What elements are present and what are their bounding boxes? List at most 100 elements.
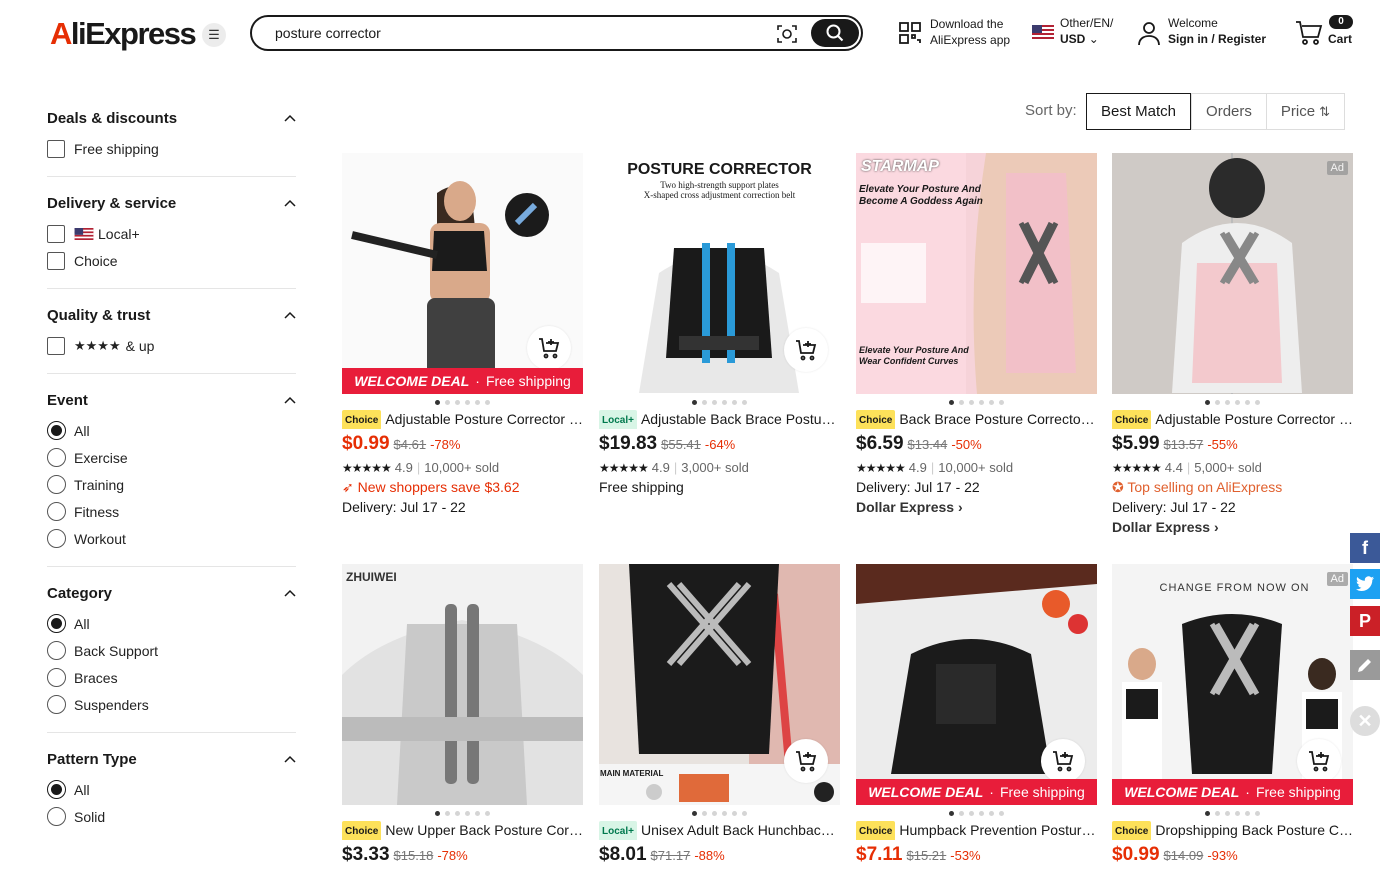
image-carousel-dots[interactable]	[1112, 397, 1353, 407]
checkbox[interactable]	[47, 336, 65, 355]
checkbox[interactable]	[47, 224, 65, 243]
image-carousel-dots[interactable]	[342, 397, 583, 407]
sort-options: Best Match Orders Price ⇅	[1086, 93, 1345, 130]
add-to-cart-button[interactable]	[1297, 739, 1341, 783]
qr-code-icon[interactable]	[898, 21, 922, 45]
filter-free-shipping[interactable]: Free shipping	[47, 135, 296, 162]
image-carousel-dots[interactable]	[1112, 808, 1353, 818]
filter-deals-header[interactable]: Deals & discounts	[47, 108, 296, 128]
sort-orders[interactable]: Orders	[1191, 94, 1266, 129]
sign-in-link[interactable]: Welcome Sign in / Register	[1168, 15, 1266, 47]
menu-icon[interactable]: ☰	[202, 23, 226, 47]
filter-local-plus[interactable]: Local+	[47, 220, 296, 247]
filter-event-workout[interactable]: Workout	[47, 525, 296, 552]
product-image[interactable]: STARMAP Elevate Your Posture And Become …	[856, 153, 1097, 394]
product-image[interactable]: Ad	[1112, 153, 1353, 394]
product-image[interactable]: WELCOME DEAL · Free shipping	[342, 153, 583, 394]
filter-pattern-solid[interactable]: Solid	[47, 803, 296, 830]
sort-best-match[interactable]: Best Match	[1086, 93, 1192, 130]
add-to-cart-button[interactable]	[1041, 739, 1085, 783]
user-icon[interactable]	[1136, 20, 1162, 46]
radio[interactable]	[47, 695, 66, 714]
cart-label[interactable]: Cart	[1328, 31, 1352, 47]
filter-category-back-support[interactable]: Back Support	[47, 637, 296, 664]
checkbox[interactable]	[47, 251, 65, 270]
close-icon[interactable]: ✕	[1350, 706, 1380, 736]
radio[interactable]	[47, 475, 66, 494]
product-title[interactable]: ChoiceAdjustable Posture Corrector Back …	[342, 409, 583, 429]
edit-icon[interactable]	[1350, 650, 1380, 680]
twitter-icon[interactable]	[1350, 569, 1380, 599]
radio[interactable]	[47, 529, 66, 548]
product-card[interactable]: WELCOME DEAL · Free shipping Choice Adjusta…	[342, 153, 583, 517]
download-app-link[interactable]: Download the AliExpress app	[930, 16, 1010, 48]
filter-event-all[interactable]: All	[47, 417, 296, 444]
search-bar	[250, 15, 863, 51]
image-carousel-dots[interactable]	[599, 808, 840, 818]
radio-selected[interactable]	[47, 614, 66, 633]
product-title[interactable]: ChoiceDropshipping Back Posture Correcto…	[1112, 820, 1353, 840]
pinterest-icon[interactable]: P	[1350, 606, 1380, 636]
local-plus-badge: Local+	[599, 821, 637, 840]
product-card[interactable]: ZHUIWEI Choice New Upper Back Posture Cor…	[342, 564, 583, 866]
filter-pattern-header[interactable]: Pattern Type	[47, 749, 296, 769]
search-icon	[826, 24, 844, 42]
product-title[interactable]: ChoiceBack Brace Posture Corrector for W…	[856, 409, 1097, 429]
radio[interactable]	[47, 668, 66, 687]
filter-delivery-header[interactable]: Delivery & service	[47, 193, 296, 213]
radio[interactable]	[47, 807, 66, 826]
product-card[interactable]: Ad ChoiceAdjustable Posture Corrector Wo…	[1112, 153, 1353, 537]
image-carousel-dots[interactable]	[856, 808, 1097, 818]
product-image[interactable]: MAIN MATERIAL	[599, 564, 840, 805]
cart-icon[interactable]	[1295, 20, 1323, 46]
radio-selected[interactable]	[47, 780, 66, 799]
dollar-express-link[interactable]: Dollar Express ›	[856, 497, 1097, 517]
filter-event-header[interactable]: Event	[47, 390, 296, 410]
product-image[interactable]: ZHUIWEI	[342, 564, 583, 805]
add-to-cart-button[interactable]	[784, 739, 828, 783]
facebook-icon[interactable]: f	[1350, 533, 1380, 563]
filter-category-braces[interactable]: Braces	[47, 664, 296, 691]
search-button[interactable]	[811, 19, 859, 47]
add-to-cart-button[interactable]	[527, 326, 571, 370]
product-price: $6.59 $13.44 -50%	[856, 433, 982, 454]
radio[interactable]	[47, 641, 66, 660]
filter-choice[interactable]: Choice	[47, 247, 296, 274]
product-card[interactable]: MAIN MATERIAL Local+ Unisex Adult Back Hu…	[599, 564, 840, 866]
product-title[interactable]: ChoiceHumpback Prevention Posture Correc…	[856, 820, 1097, 840]
image-search-icon[interactable]	[776, 23, 798, 45]
radio[interactable]	[47, 448, 66, 467]
filter-category-suspenders[interactable]: Suspenders	[47, 691, 296, 718]
checkbox[interactable]	[47, 139, 65, 158]
image-carousel-dots[interactable]	[856, 397, 1097, 407]
locale-selector[interactable]: Other/EN/ USD ⌄	[1060, 15, 1113, 47]
radio-selected[interactable]	[47, 421, 66, 440]
product-card[interactable]: STARMAP Elevate Your Posture And Become …	[856, 153, 1097, 517]
product-image[interactable]: POSTURE CORRECTOR Two high-strength supp…	[599, 153, 840, 394]
filter-quality-header[interactable]: Quality & trust	[47, 305, 296, 325]
image-carousel-dots[interactable]	[342, 808, 583, 818]
aliexpress-logo[interactable]: AliExpress	[50, 16, 197, 52]
product-card[interactable]: WELCOME DEAL · Free shipping Choice Humpbac…	[856, 564, 1097, 866]
image-carousel-dots[interactable]	[599, 397, 840, 407]
search-input[interactable]	[275, 25, 755, 41]
dollar-express-link[interactable]: Dollar Express ›	[1112, 517, 1353, 537]
product-image[interactable]: CHANGE FROM NOW ON Ad WELCOME DEAL · Free …	[1112, 564, 1353, 805]
product-title[interactable]: ChoiceAdjustable Posture Corrector Women…	[1112, 409, 1353, 429]
filter-pattern-all[interactable]: All	[47, 776, 296, 803]
add-to-cart-button[interactable]	[784, 328, 828, 372]
product-title[interactable]: ChoiceNew Upper Back Posture Corrector B…	[342, 820, 583, 840]
product-title[interactable]: Local+Adjustable Back Brace Posture Corr…	[599, 409, 840, 429]
filter-category-header[interactable]: Category	[47, 583, 296, 603]
product-title[interactable]: Local+Unisex Adult Back Hunchback Correc…	[599, 820, 840, 840]
product-image[interactable]: WELCOME DEAL · Free shipping	[856, 564, 1097, 805]
filter-event-exercise[interactable]: Exercise	[47, 444, 296, 471]
radio[interactable]	[47, 502, 66, 521]
sort-price[interactable]: Price ⇅	[1265, 94, 1344, 129]
filter-4-stars-up[interactable]: ★★★★ & up	[47, 332, 296, 359]
product-card[interactable]: POSTURE CORRECTOR Two high-strength supp…	[599, 153, 840, 497]
filter-event-fitness[interactable]: Fitness	[47, 498, 296, 525]
product-card[interactable]: CHANGE FROM NOW ON Ad WELCOME DEAL · Free …	[1112, 564, 1353, 866]
filter-event-training[interactable]: Training	[47, 471, 296, 498]
filter-category-all[interactable]: All	[47, 610, 296, 637]
